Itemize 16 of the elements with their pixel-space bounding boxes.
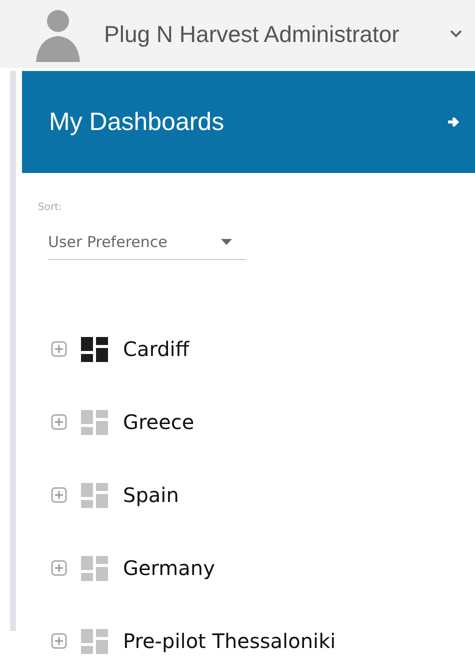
caret-icon [221,239,232,245]
expand-icon[interactable] [51,414,67,430]
panel-title: My Dashboards [49,108,224,136]
expand-icon[interactable] [51,486,67,502]
dashboard-name[interactable]: Pre-pilot Thessaloniki [123,628,336,652]
dashboard-name[interactable]: Spain [123,482,179,506]
sort-select[interactable]: User Preference [48,233,246,260]
arrow-right-icon[interactable] [447,115,461,129]
dashboard-name[interactable]: Germany [123,556,215,580]
chevron-down-icon[interactable] [449,29,463,39]
expand-icon[interactable] [51,632,67,648]
dashboard-name[interactable]: Greece [123,410,194,434]
expand-icon[interactable] [51,560,67,576]
sort-label: Sort: [38,202,63,213]
dashboard-name[interactable]: Cardiff [123,336,190,360]
expand-icon[interactable] [51,340,67,356]
